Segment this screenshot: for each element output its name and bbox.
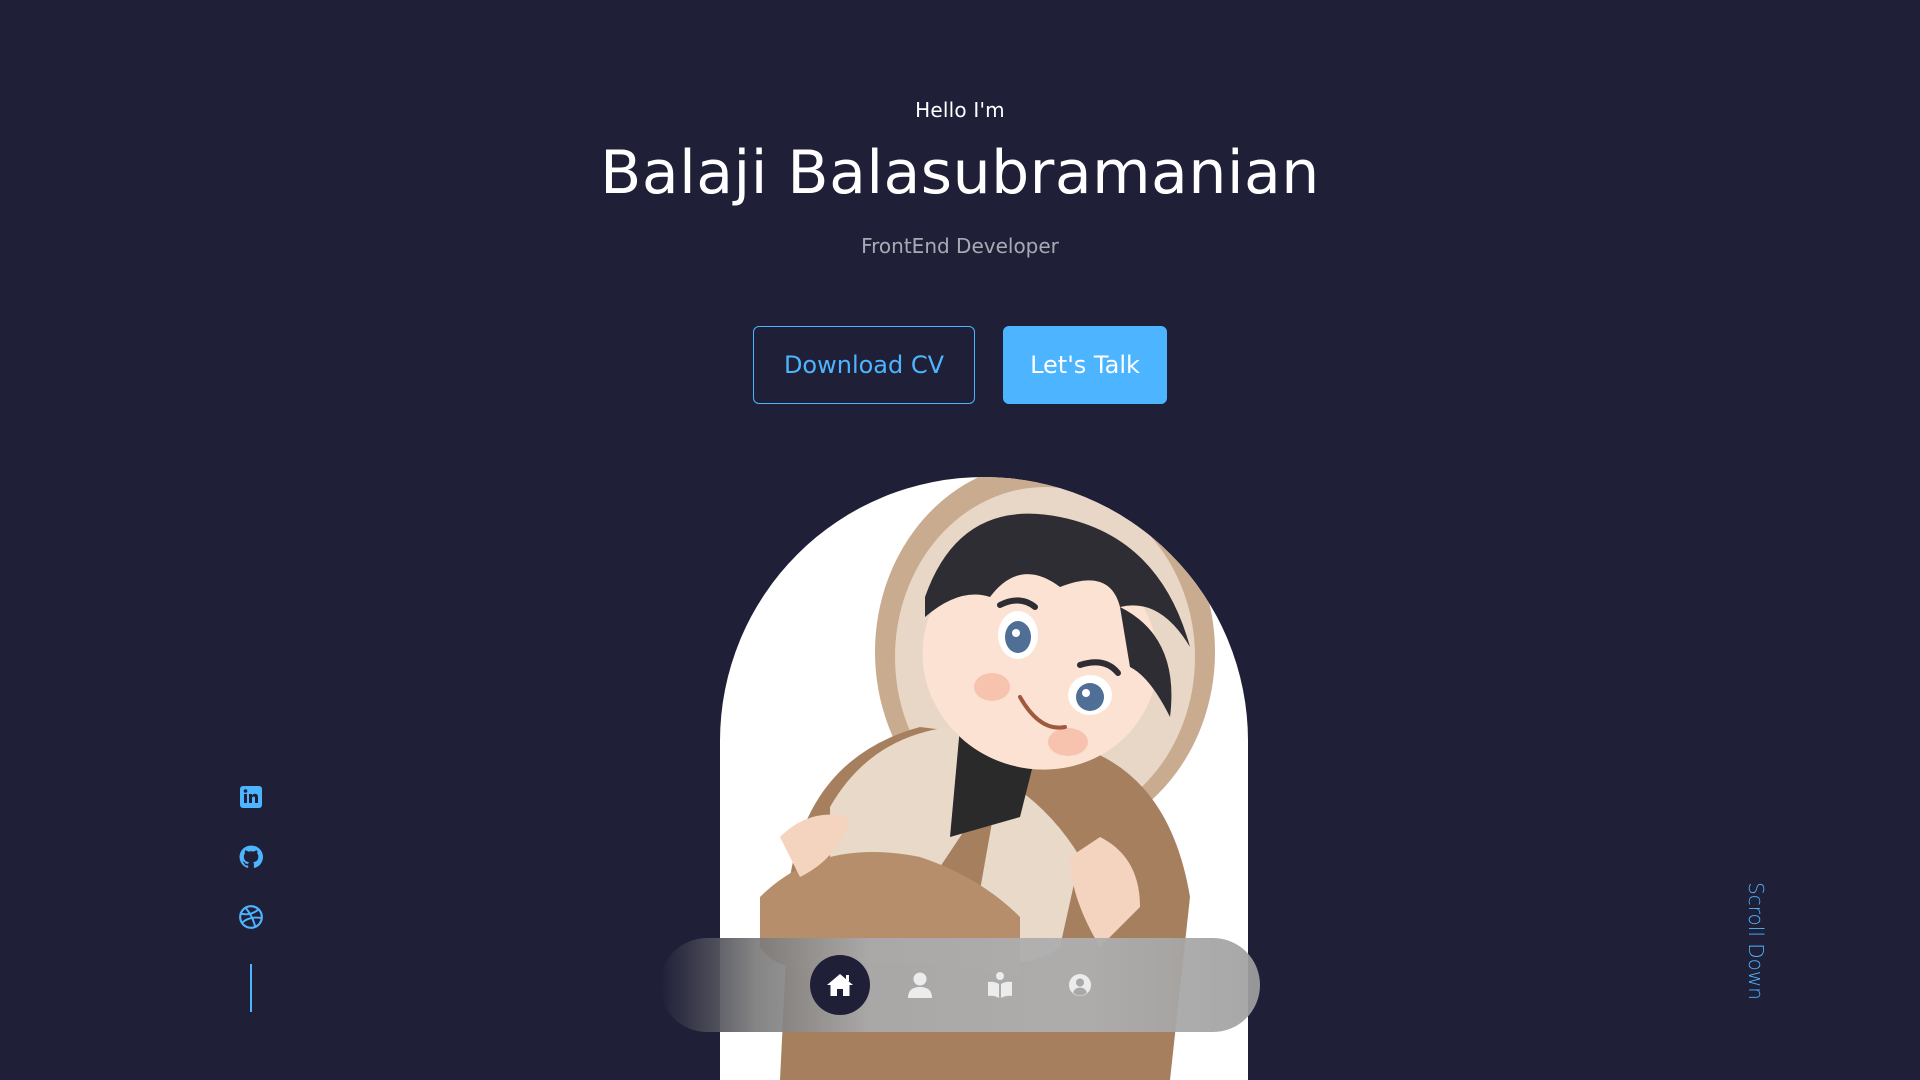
nav-home[interactable] <box>810 955 870 1015</box>
linkedin-link[interactable] <box>236 782 266 812</box>
lets-talk-button[interactable]: Let's Talk <box>1003 326 1167 404</box>
dribbble-link[interactable] <box>236 902 266 932</box>
nav-experience[interactable] <box>970 955 1030 1015</box>
role-subtitle: FrontEnd Developer <box>861 234 1059 258</box>
dribbble-icon <box>239 905 263 929</box>
scroll-down-label: Scroll Down <box>1744 882 1769 1000</box>
github-link[interactable] <box>236 842 266 872</box>
page: Hello I'm Balaji Balasubramanian FrontEn… <box>0 0 1920 1080</box>
linkedin-icon <box>240 786 262 808</box>
greeting-text: Hello I'm <box>915 98 1005 122</box>
scroll-down-link[interactable]: Scroll Down <box>1744 878 1768 1004</box>
bottom-nav <box>660 938 1260 1032</box>
page-title: Balaji Balasubramanian <box>600 138 1320 208</box>
social-links <box>236 782 266 1012</box>
book-icon <box>988 972 1012 998</box>
github-icon <box>239 845 264 868</box>
divider-line <box>250 964 252 1012</box>
user-icon <box>908 972 932 998</box>
home-icon <box>827 974 853 996</box>
cta-buttons: Download CV Let's Talk <box>753 326 1167 404</box>
nav-about[interactable] <box>890 955 950 1015</box>
download-cv-button[interactable]: Download CV <box>753 326 975 404</box>
nav-contact[interactable] <box>1050 955 1110 1015</box>
user-circle-icon <box>1069 974 1091 996</box>
